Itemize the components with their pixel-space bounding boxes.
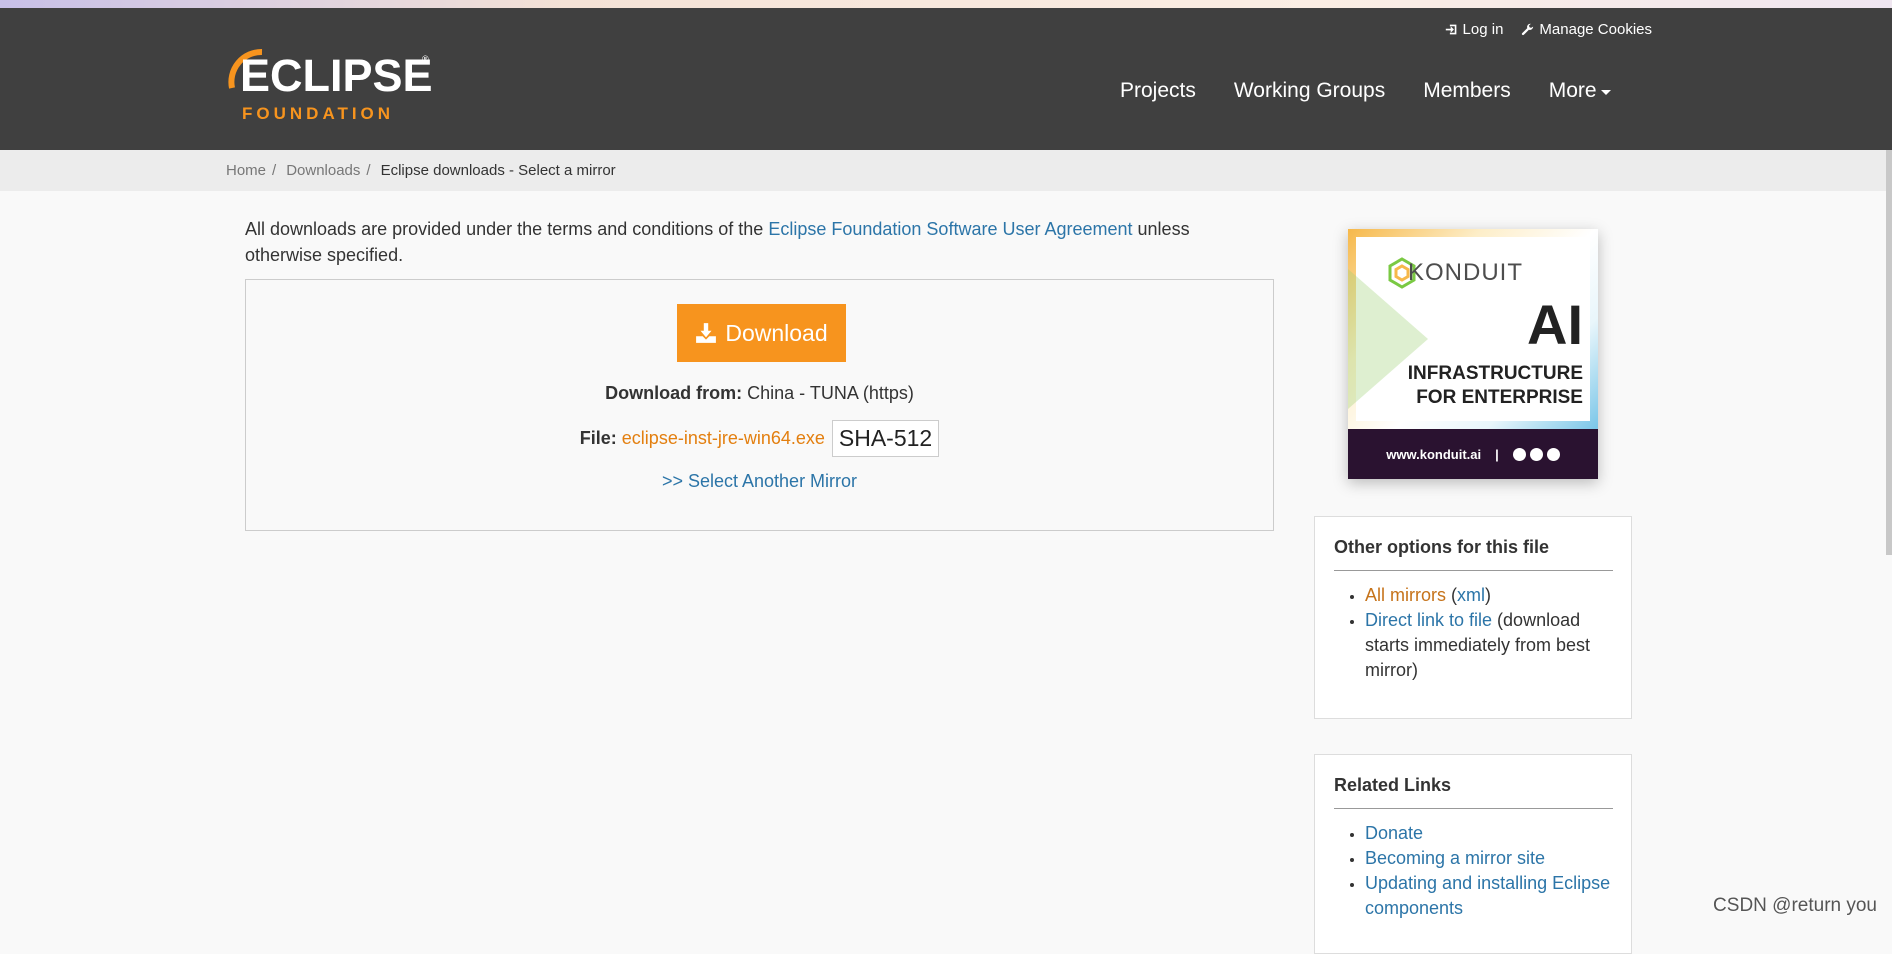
wrench-icon <box>1522 23 1534 36</box>
updating-installing-link[interactable]: Updating and installing Eclipse componen… <box>1365 873 1610 918</box>
linkedin-icon <box>1546 447 1560 461</box>
ad-divider: | <box>1495 446 1499 462</box>
ad-tagline-line2: FOR ENTERPRISE <box>1416 387 1583 408</box>
ad-tagline: INFRASTRUCTURE FOR ENTERPRISE <box>1408 362 1583 410</box>
nav-more[interactable]: More <box>1549 79 1611 103</box>
nav-projects[interactable]: Projects <box>1120 79 1196 103</box>
watermark: CSDN @return you <box>1713 895 1877 916</box>
toolbar-links: Log in Manage Cookies <box>1445 21 1652 38</box>
logo-subtitle: FOUNDATION <box>242 104 395 123</box>
select-mirror-row: >> Select Another Mirror <box>246 471 1273 492</box>
breadcrumb-separator: / <box>366 162 371 179</box>
breadcrumb-separator: / <box>272 162 277 179</box>
breadcrumb: Home / Downloads / Eclipse downloads - S… <box>0 150 1892 191</box>
list-item: Direct link to file (download starts imm… <box>1365 608 1613 683</box>
direct-link-to-file[interactable]: Direct link to file <box>1365 610 1492 630</box>
breadcrumb-current: Eclipse downloads - Select a mirror <box>380 162 616 179</box>
nav-working-groups[interactable]: Working Groups <box>1234 79 1385 103</box>
ad-tagline-line1: INFRASTRUCTURE <box>1407 363 1583 384</box>
top-accent-strip <box>0 0 1892 8</box>
related-links-list: Donate Becoming a mirror site Updating a… <box>1334 821 1613 921</box>
ad-headline: AI <box>1527 293 1583 356</box>
ad-footer: www.konduit.ai | <box>1348 429 1598 479</box>
other-options-panel: Other options for this file All mirrors … <box>1314 516 1632 719</box>
mirror-site-link[interactable]: Becoming a mirror site <box>1365 848 1545 868</box>
user-agreement-link[interactable]: Eclipse Foundation Software User Agreeme… <box>768 219 1132 239</box>
eclipse-foundation-logo[interactable]: ECLIPSE ® FOUNDATION <box>224 48 433 123</box>
donate-link[interactable]: Donate <box>1365 823 1423 843</box>
xml-open: ( <box>1446 585 1457 605</box>
file-label: File: <box>579 428 617 448</box>
download-icon <box>696 323 717 343</box>
caret-down-icon <box>1600 89 1611 95</box>
twitter-icon <box>1529 447 1543 461</box>
logo-word: ECLIPSE <box>240 50 433 101</box>
registered-mark: ® <box>422 54 429 64</box>
sign-in-icon <box>1445 24 1456 35</box>
list-item: Updating and installing Eclipse componen… <box>1365 871 1613 921</box>
social-icons <box>1512 447 1560 461</box>
main-nav: Projects Working Groups Members More <box>1120 79 1611 103</box>
xml-close: ) <box>1485 585 1491 605</box>
manage-cookies-label: Manage Cookies <box>1539 21 1652 38</box>
nav-more-label: More <box>1548 79 1597 102</box>
scrollbar[interactable] <box>1886 150 1892 555</box>
breadcrumb-home[interactable]: Home <box>226 162 266 179</box>
download-box: Download Download from: China - TUNA (ht… <box>245 279 1274 531</box>
other-options-title: Other options for this file <box>1334 537 1613 571</box>
konduit-ad-banner[interactable]: KONDUIT AI INFRASTRUCTURE FOR ENTERPRISE… <box>1348 229 1598 479</box>
related-links-panel: Related Links Donate Becoming a mirror s… <box>1314 754 1632 954</box>
list-item: All mirrors (xml) <box>1365 583 1613 608</box>
file-name-link[interactable]: eclipse-inst-jre-win64.exe <box>622 428 825 449</box>
download-from-label: Download from: <box>605 383 743 403</box>
xml-link[interactable]: xml <box>1457 585 1485 605</box>
file-line: File: eclipse-inst-jre-win64.exe SHA-512 <box>246 420 1273 457</box>
select-another-mirror-link[interactable]: >> Select Another Mirror <box>662 471 857 491</box>
list-item: Becoming a mirror site <box>1365 846 1613 871</box>
other-options-list: All mirrors (xml) Direct link to file (d… <box>1334 583 1613 683</box>
license-notice: All downloads are provided under the ter… <box>245 216 1265 268</box>
ad-brand: KONDUIT <box>1408 259 1523 286</box>
sha512-button[interactable]: SHA-512 <box>831 420 940 457</box>
download-from: Download from: China - TUNA (https) <box>246 383 1273 404</box>
site-header: Log in Manage Cookies ECLIPSE ® FOUNDATI… <box>0 8 1892 150</box>
download-button-label: Download <box>725 319 828 346</box>
all-mirrors-link[interactable]: All mirrors <box>1365 585 1446 605</box>
download-button[interactable]: Download <box>677 304 846 362</box>
ad-url: www.konduit.ai <box>1386 446 1482 462</box>
nav-members[interactable]: Members <box>1423 79 1511 103</box>
related-links-title: Related Links <box>1334 775 1613 809</box>
login-label: Log in <box>1462 21 1504 38</box>
login-link[interactable]: Log in <box>1445 21 1504 38</box>
list-item: Donate <box>1365 821 1613 846</box>
license-text-before: All downloads are provided under the ter… <box>245 219 769 239</box>
facebook-icon <box>1512 447 1526 461</box>
manage-cookies-link[interactable]: Manage Cookies <box>1521 21 1652 38</box>
breadcrumb-downloads[interactable]: Downloads <box>286 162 360 179</box>
download-from-value: China - TUNA (https) <box>742 383 914 403</box>
